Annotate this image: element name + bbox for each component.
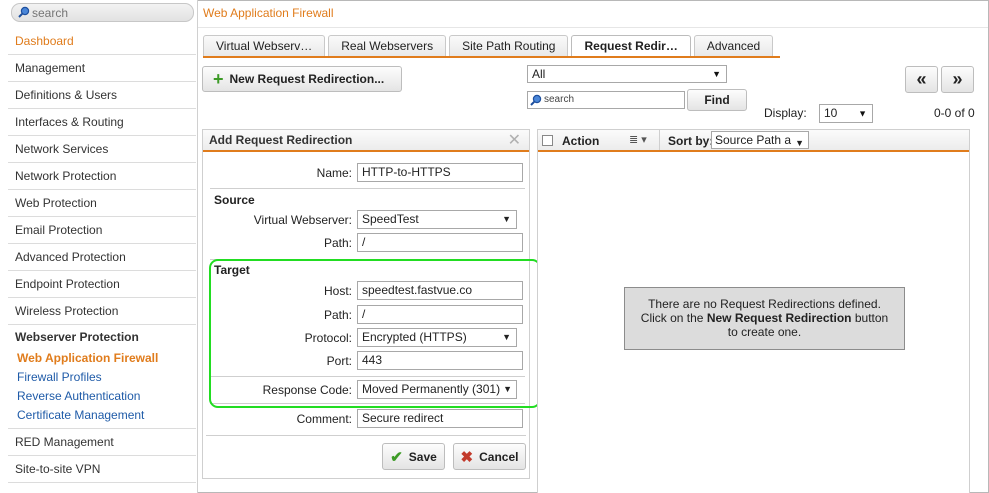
sidebar-nav: Dashboard Management Definitions & Users… [8, 28, 196, 483]
source-path-field[interactable]: / [357, 233, 523, 252]
action-column-label: Action [562, 134, 600, 148]
save-label: Save [408, 449, 437, 464]
sidebar-subitem-firewall-profiles[interactable]: Firewall Profiles [8, 368, 196, 387]
find-button[interactable]: Find [687, 89, 747, 111]
divider [210, 188, 525, 189]
save-button[interactable]: ✔ Save [382, 443, 445, 470]
empty-message-line1: There are no Request Redirections define… [648, 297, 881, 311]
sidebar-item-email-protection[interactable]: Email Protection [8, 217, 196, 244]
column-menu-icon[interactable]: ≣ ▾ [629, 133, 647, 146]
dropdown-arrow-icon: ▼ [858, 108, 867, 118]
sidebar-search[interactable] [11, 3, 194, 22]
checkmark-icon: ✔ [390, 448, 403, 466]
panel-header: Add Request Redirection ✕ [203, 130, 529, 152]
sidebar-item-network-protection[interactable]: Network Protection [8, 163, 196, 190]
close-icon[interactable]: ✕ [508, 131, 521, 151]
sidebar-item-site-to-site-vpn[interactable]: Site-to-site VPN [8, 456, 196, 483]
sidebar-sublist: Web Application Firewall Firewall Profil… [8, 349, 196, 429]
next-page-button[interactable]: » [941, 66, 974, 93]
tab-bar: Virtual Webserv… Real Webservers Site Pa… [203, 35, 776, 57]
tab-virtual-webservers[interactable]: Virtual Webserv… [203, 35, 326, 57]
dropdown-arrow-icon: ▼ [502, 214, 511, 224]
cancel-label: Cancel [479, 449, 519, 464]
source-heading: Source [214, 193, 255, 207]
dropdown-arrow-icon: ▼ [795, 138, 804, 148]
new-request-redirection-button[interactable]: + New Request Redirection... [202, 66, 402, 92]
select-all-checkbox[interactable] [542, 135, 553, 146]
display-label: Display: [764, 106, 807, 120]
list-search-input[interactable]: search [527, 91, 685, 109]
page-title: Web Application Firewall [203, 6, 334, 20]
cancel-button[interactable]: ✖ Cancel [453, 443, 526, 470]
sidebar-item-management[interactable]: Management [8, 55, 196, 82]
sidebar-item-webserver-protection[interactable]: Webserver Protection [8, 325, 196, 349]
display-select[interactable]: 10 ▼ [819, 104, 873, 123]
cancel-icon: ✖ [460, 448, 474, 466]
sidebar-item-network-services[interactable]: Network Services [8, 136, 196, 163]
tab-real-webservers[interactable]: Real Webservers [328, 35, 447, 57]
name-field[interactable]: HTTP-to-HTTPS [357, 163, 523, 182]
sidebar-item-wireless-protection[interactable]: Wireless Protection [8, 298, 196, 325]
virtual-webserver-label: Virtual Webserver: [253, 213, 352, 227]
panel-title: Add Request Redirection [209, 133, 353, 147]
sidebar-subitem-reverse-authentication[interactable]: Reverse Authentication [8, 387, 196, 406]
sort-select-value: Source Path a [715, 133, 792, 147]
tab-site-path-routing[interactable]: Site Path Routing [449, 35, 569, 57]
plus-icon: + [213, 69, 224, 89]
search-icon [18, 6, 30, 18]
search-icon [530, 94, 542, 106]
virtual-webserver-select[interactable]: SpeedTest ▼ [357, 210, 517, 229]
sidebar-subitem-web-application-firewall[interactable]: Web Application Firewall [8, 349, 196, 368]
sidebar-item-red-management[interactable]: RED Management [8, 429, 196, 456]
empty-message-line2: Click on the New Request Redirection but… [640, 311, 889, 325]
target-highlight-outline [209, 259, 541, 408]
sort-select[interactable]: Source Path a ▼ [711, 131, 809, 149]
name-label: Name: [316, 166, 352, 180]
sidebar-item-web-protection[interactable]: Web Protection [8, 190, 196, 217]
tab-advanced[interactable]: Advanced [693, 35, 774, 57]
dropdown-arrow-icon: ▼ [712, 69, 721, 79]
sidebar-item-advanced-protection[interactable]: Advanced Protection [8, 244, 196, 271]
filter-select[interactable]: All ▼ [527, 65, 727, 83]
sidebar-item-definitions-users[interactable]: Definitions & Users [8, 82, 196, 109]
source-path-label: Path: [323, 236, 352, 250]
sidebar-item-dashboard[interactable]: Dashboard [8, 28, 196, 55]
header-divider [659, 130, 660, 150]
tab-request-redirection[interactable]: Request Redir… [571, 35, 691, 57]
comment-label: Comment: [296, 412, 352, 426]
new-button-label: New Request Redirection... [229, 72, 385, 86]
empty-message-line3: to create one. [727, 325, 802, 339]
list-header: Action ≣ ▾ Sort by: Source Path a ▼ [538, 130, 969, 152]
list-search-placeholder: search [544, 94, 575, 105]
title-divider [198, 27, 988, 28]
page-count: 0-0 of 0 [934, 106, 975, 120]
divider [206, 435, 526, 436]
sidebar-subitem-certificate-management[interactable]: Certificate Management [8, 406, 196, 425]
display-select-value: 10 [824, 106, 838, 120]
tab-underline [203, 56, 780, 58]
sort-by-label: Sort by: [668, 134, 714, 148]
previous-page-button[interactable]: « [905, 66, 938, 93]
filter-select-value: All [532, 67, 546, 81]
sidebar-search-input[interactable] [32, 5, 190, 20]
sidebar: Dashboard Management Definitions & Users… [0, 0, 198, 493]
empty-list-message: There are no Request Redirections define… [624, 287, 905, 350]
virtual-webserver-value: SpeedTest [362, 212, 419, 226]
sidebar-item-endpoint-protection[interactable]: Endpoint Protection [8, 271, 196, 298]
comment-field[interactable]: Secure redirect [357, 409, 523, 428]
sidebar-item-interfaces-routing[interactable]: Interfaces & Routing [8, 109, 196, 136]
